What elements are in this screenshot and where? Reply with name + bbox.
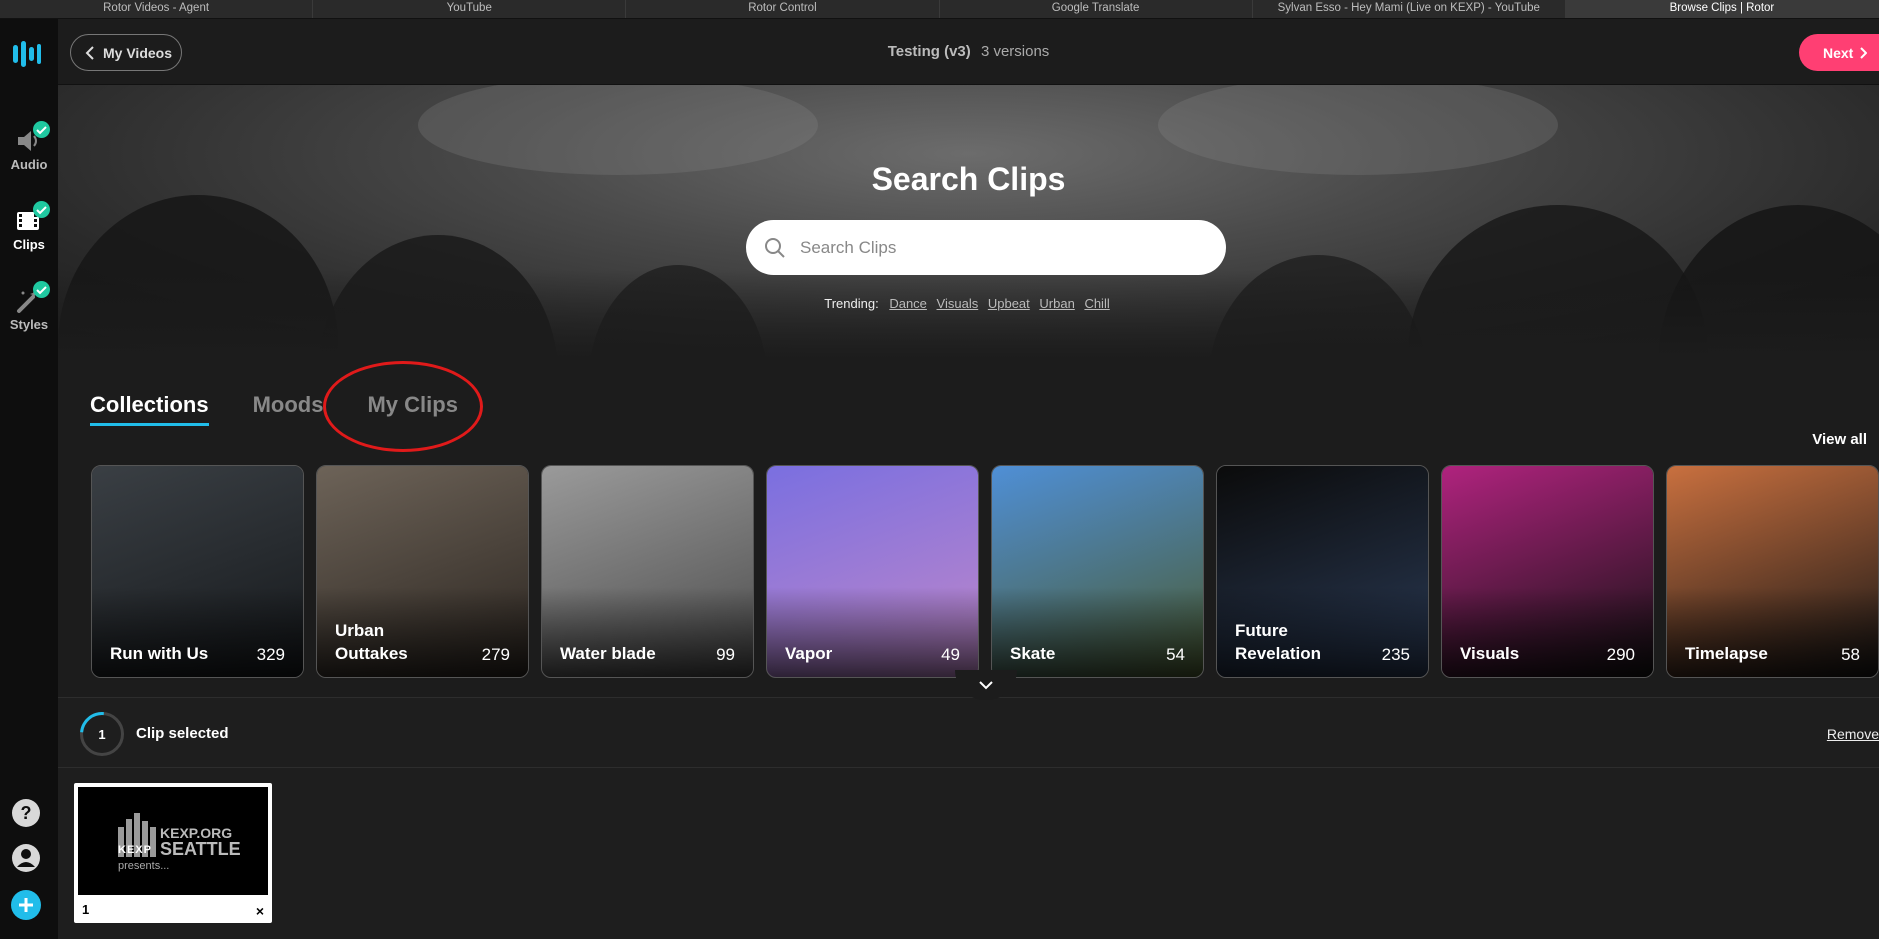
card-name: Urban Outtakes: [335, 621, 408, 663]
project-name[interactable]: Testing (v3): [888, 43, 971, 60]
collection-card-visuals[interactable]: Visuals 290: [1441, 465, 1654, 678]
tab-moods[interactable]: Moods: [253, 392, 324, 426]
svg-text:?: ?: [21, 803, 32, 823]
card-count: 58: [1841, 645, 1860, 664]
help-icon[interactable]: ?: [10, 797, 42, 829]
selected-count-badge: 1: [71, 703, 133, 765]
collection-card-water-blade[interactable]: Water blade 99: [541, 465, 754, 678]
sidebar-item-clips[interactable]: Clips: [0, 201, 58, 252]
browser-tab-bar: Rotor Videos - Agent YouTube Rotor Contr…: [0, 0, 1879, 19]
collection-card-run-with-us[interactable]: Run with Us 329: [91, 465, 304, 678]
next-button[interactable]: Next: [1799, 34, 1879, 71]
trending-tag-upbeat[interactable]: Upbeat: [988, 296, 1030, 311]
chevron-down-icon: [979, 681, 993, 690]
project-title: Testing (v3) 3 versions: [58, 43, 1879, 60]
card-name: Timelapse: [1685, 644, 1768, 663]
collection-card-future-revelation[interactable]: Future Revelation 235: [1216, 465, 1429, 678]
card-name: Vapor: [785, 644, 833, 663]
browser-tab[interactable]: Sylvan Esso - Hey Mami (Live on KEXP) - …: [1253, 0, 1566, 18]
card-name: Visuals: [1460, 644, 1520, 663]
card-count: 329: [256, 645, 285, 664]
search-box[interactable]: [746, 220, 1226, 275]
user-icon[interactable]: [10, 842, 42, 874]
sidebar: Audio Clips Styles ?: [0, 19, 58, 939]
done-check-icon: [33, 281, 50, 298]
card-count: 235: [1381, 645, 1410, 664]
collection-card-skate[interactable]: Skate 54: [991, 465, 1204, 678]
add-icon[interactable]: [10, 889, 42, 921]
trending-tags: Trending: Dance Visuals Upbeat Urban Chi…: [58, 296, 1879, 311]
sidebar-item-label: Audio: [10, 157, 48, 172]
hero-banner: Search Clips Trending: Dance Visuals Upb…: [58, 85, 1879, 360]
clip-index: 1: [82, 902, 90, 917]
collapse-button[interactable]: [955, 670, 1017, 700]
sidebar-item-styles[interactable]: Styles: [0, 281, 58, 332]
trending-tag-dance[interactable]: Dance: [889, 296, 927, 311]
tab-collections[interactable]: Collections: [90, 392, 209, 426]
browser-tab[interactable]: Rotor Control: [626, 0, 940, 18]
project-versions[interactable]: 3 versions: [981, 43, 1049, 60]
selected-label: Clip selected: [136, 725, 229, 742]
search-input[interactable]: [798, 236, 1178, 259]
annotation-circle: [323, 361, 483, 452]
page-title: Search Clips: [871, 161, 1066, 197]
clip-preview: KEXP KEXP.ORG SEATTLE presents...: [78, 787, 268, 895]
done-check-icon: [33, 121, 50, 138]
browser-tab[interactable]: Google Translate: [940, 0, 1253, 18]
rotor-logo-icon[interactable]: [12, 39, 42, 69]
sidebar-item-label: Clips: [13, 237, 45, 252]
close-icon[interactable]: ×: [256, 903, 264, 919]
remove-link[interactable]: Remove: [1827, 726, 1879, 742]
search-icon: [765, 237, 785, 258]
card-count: 54: [1166, 645, 1185, 664]
card-name: Run with Us: [110, 644, 209, 663]
card-count: 290: [1606, 645, 1635, 664]
collection-card-urban-outtakes[interactable]: Urban Outtakes 279: [316, 465, 529, 678]
hero-fade: [58, 270, 1879, 360]
trending-tag-visuals[interactable]: Visuals: [937, 296, 979, 311]
collection-card-timelapse[interactable]: Timelapse 58: [1666, 465, 1879, 678]
sidebar-item-label: Styles: [9, 317, 49, 332]
collection-card-vapor[interactable]: Vapor 49: [766, 465, 979, 678]
logo-mark: KEXP: [118, 844, 152, 856]
browser-tab-active[interactable]: Browse Clips | Rotor: [1565, 0, 1879, 18]
progress-arc: [71, 703, 133, 765]
top-bar: My Videos Testing (v3) 3 versions Next: [58, 19, 1879, 85]
card-name: Skate: [1010, 644, 1056, 663]
card-name: Future Revelation: [1235, 621, 1321, 663]
done-check-icon: [33, 201, 50, 218]
card-count: 49: [941, 645, 960, 664]
trending-label: Trending:: [824, 296, 879, 311]
card-count: 279: [481, 645, 510, 664]
chevron-right-icon: [1860, 46, 1868, 59]
browser-tab[interactable]: Rotor Videos - Agent: [0, 0, 314, 18]
trending-tag-urban[interactable]: Urban: [1039, 296, 1074, 311]
view-all-link[interactable]: View all: [1812, 431, 1867, 448]
selection-bar: 1 Clip selected Remove: [58, 698, 1879, 768]
card-name: Water blade: [560, 644, 656, 663]
trending-tag-chill[interactable]: Chill: [1084, 296, 1109, 311]
sidebar-item-audio[interactable]: Audio: [0, 121, 58, 172]
browser-tab[interactable]: YouTube: [313, 0, 627, 18]
logo-text-bottom: SEATTLE: [160, 839, 241, 859]
next-label: Next: [1823, 44, 1854, 61]
selection-panel: 1 Clip selected Remove KEXP KEXP.ORG SEA…: [58, 697, 1879, 939]
card-count: 99: [716, 645, 735, 664]
selected-clip-thumbnail[interactable]: KEXP KEXP.ORG SEATTLE presents... 1 ×: [74, 783, 272, 923]
logo-text-small: presents...: [118, 860, 170, 872]
